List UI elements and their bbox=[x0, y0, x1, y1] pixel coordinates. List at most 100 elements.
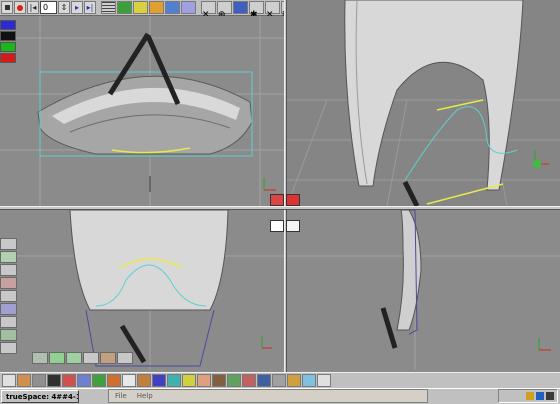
vts-5[interactable] bbox=[100, 352, 116, 364]
torus-button[interactable] bbox=[32, 374, 46, 387]
axis-handle-br[interactable] bbox=[380, 307, 398, 349]
gear-button[interactable] bbox=[137, 374, 151, 387]
cone-button[interactable] bbox=[62, 374, 76, 387]
step-icon: ⇕ bbox=[60, 2, 68, 12]
truespace-window: |◂ 0 ⇕ ▸ ▸| ✕ ⊕ ✱ ✕ ⊞ bbox=[0, 0, 560, 404]
light-button-bottom[interactable] bbox=[167, 374, 181, 387]
rotate-button[interactable] bbox=[181, 1, 196, 14]
figure-button[interactable] bbox=[212, 374, 226, 387]
light-button[interactable]: ✱ bbox=[249, 1, 264, 20]
step-button[interactable]: ⇕ bbox=[58, 1, 70, 14]
plane-button[interactable] bbox=[77, 374, 91, 387]
viewport-bottom-right[interactable] bbox=[287, 210, 560, 370]
view-widget-bottom bbox=[270, 220, 300, 232]
list-icon bbox=[102, 2, 115, 13]
tool-7[interactable] bbox=[0, 316, 17, 328]
material-button[interactable] bbox=[107, 374, 121, 387]
viewport-bottom-left-scene bbox=[0, 210, 284, 370]
eye-button[interactable] bbox=[133, 1, 148, 14]
render-button[interactable] bbox=[233, 1, 248, 14]
tool-b17[interactable] bbox=[242, 374, 256, 387]
scale-button[interactable]: ✕ bbox=[201, 1, 216, 20]
tool-3[interactable] bbox=[0, 264, 17, 276]
cube-button[interactable] bbox=[17, 374, 31, 387]
tool-5[interactable] bbox=[0, 290, 17, 302]
view-solid-button[interactable] bbox=[270, 194, 284, 206]
network-icon[interactable] bbox=[536, 392, 544, 400]
view-render-button[interactable] bbox=[286, 220, 300, 232]
cylinder-button[interactable] bbox=[47, 374, 61, 387]
axis-handle-tr[interactable] bbox=[402, 180, 420, 206]
viewport-top-right-scene bbox=[287, 0, 560, 206]
swatch-black[interactable] bbox=[0, 31, 16, 41]
vts-3[interactable] bbox=[66, 352, 82, 364]
task-label: trueSpace: 4##4-1 bbox=[6, 392, 79, 401]
record-icon bbox=[17, 4, 23, 11]
viewport-bottom-left[interactable] bbox=[0, 210, 284, 370]
system-tray bbox=[498, 389, 558, 403]
play-button[interactable]: ▸ bbox=[71, 1, 83, 14]
board-outline bbox=[69, 210, 229, 311]
vts-2[interactable] bbox=[49, 352, 65, 364]
monitor-icon[interactable] bbox=[546, 392, 554, 400]
face-button[interactable] bbox=[197, 374, 211, 387]
view-color-button[interactable] bbox=[286, 194, 300, 206]
list-button[interactable] bbox=[101, 1, 116, 14]
stop-icon bbox=[4, 5, 10, 10]
move-button[interactable]: ⊕ bbox=[217, 1, 232, 20]
text-button[interactable] bbox=[92, 374, 106, 387]
tool-b20[interactable] bbox=[287, 374, 301, 387]
stop-button[interactable] bbox=[1, 1, 13, 14]
board-side bbox=[396, 210, 422, 331]
viewport-top-left[interactable] bbox=[0, 16, 284, 206]
record-button[interactable] bbox=[14, 1, 26, 14]
board-body bbox=[344, 0, 524, 191]
paint-button[interactable] bbox=[122, 374, 136, 387]
rewind-icon: |◂ bbox=[29, 2, 37, 12]
color-palette bbox=[0, 20, 18, 66]
swatch-green[interactable] bbox=[0, 42, 16, 52]
render-button-bottom[interactable] bbox=[227, 374, 241, 387]
tool-b19[interactable] bbox=[272, 374, 286, 387]
spline-button[interactable] bbox=[149, 1, 164, 14]
base-curve bbox=[426, 183, 504, 205]
truespace-task-button[interactable]: trueSpace: 4##4-1 bbox=[1, 390, 79, 403]
end-button[interactable]: ▸| bbox=[84, 1, 96, 14]
pan-button[interactable] bbox=[165, 1, 180, 14]
menu-help[interactable]: Help bbox=[137, 392, 153, 400]
end-icon: ▸| bbox=[86, 2, 94, 12]
tool-6[interactable] bbox=[0, 303, 17, 315]
viewport-top-left-scene bbox=[0, 16, 284, 206]
tool-b21[interactable] bbox=[302, 374, 316, 387]
menu-file[interactable]: File bbox=[115, 392, 127, 400]
frame-field[interactable]: 0 bbox=[40, 1, 57, 14]
tool-9[interactable] bbox=[0, 342, 17, 354]
tool-8[interactable] bbox=[0, 329, 17, 341]
rewind-button[interactable]: |◂ bbox=[27, 1, 39, 14]
volume-icon[interactable] bbox=[526, 392, 534, 400]
tool-4[interactable] bbox=[0, 277, 17, 289]
tool-1[interactable] bbox=[0, 238, 17, 250]
tool-b18[interactable] bbox=[257, 374, 271, 387]
viewport-bottom-right-scene bbox=[287, 210, 560, 370]
vts-4[interactable] bbox=[83, 352, 99, 364]
sphere-button[interactable] bbox=[2, 374, 16, 387]
viewport-top-right[interactable] bbox=[287, 0, 560, 206]
camera-button[interactable]: ✕ bbox=[265, 1, 280, 20]
vts-1[interactable] bbox=[32, 352, 48, 364]
view-wire-button[interactable] bbox=[270, 220, 284, 232]
swatch-red[interactable] bbox=[0, 53, 16, 63]
viewport-divider-horizontal[interactable] bbox=[0, 206, 560, 210]
viewport-divider-vertical[interactable] bbox=[284, 0, 287, 372]
axis-gizmo[interactable] bbox=[533, 160, 541, 168]
tool-b22[interactable] bbox=[317, 374, 331, 387]
tool-palette bbox=[0, 238, 18, 354]
checker-button[interactable] bbox=[152, 374, 166, 387]
tool-2[interactable] bbox=[0, 251, 17, 263]
view-widget-top bbox=[270, 194, 300, 206]
vts-6[interactable] bbox=[117, 352, 133, 364]
play-icon: ▸ bbox=[74, 2, 79, 12]
object-nav-button[interactable] bbox=[117, 1, 132, 14]
swatch-blue[interactable] bbox=[0, 20, 16, 30]
spot-button[interactable] bbox=[182, 374, 196, 387]
